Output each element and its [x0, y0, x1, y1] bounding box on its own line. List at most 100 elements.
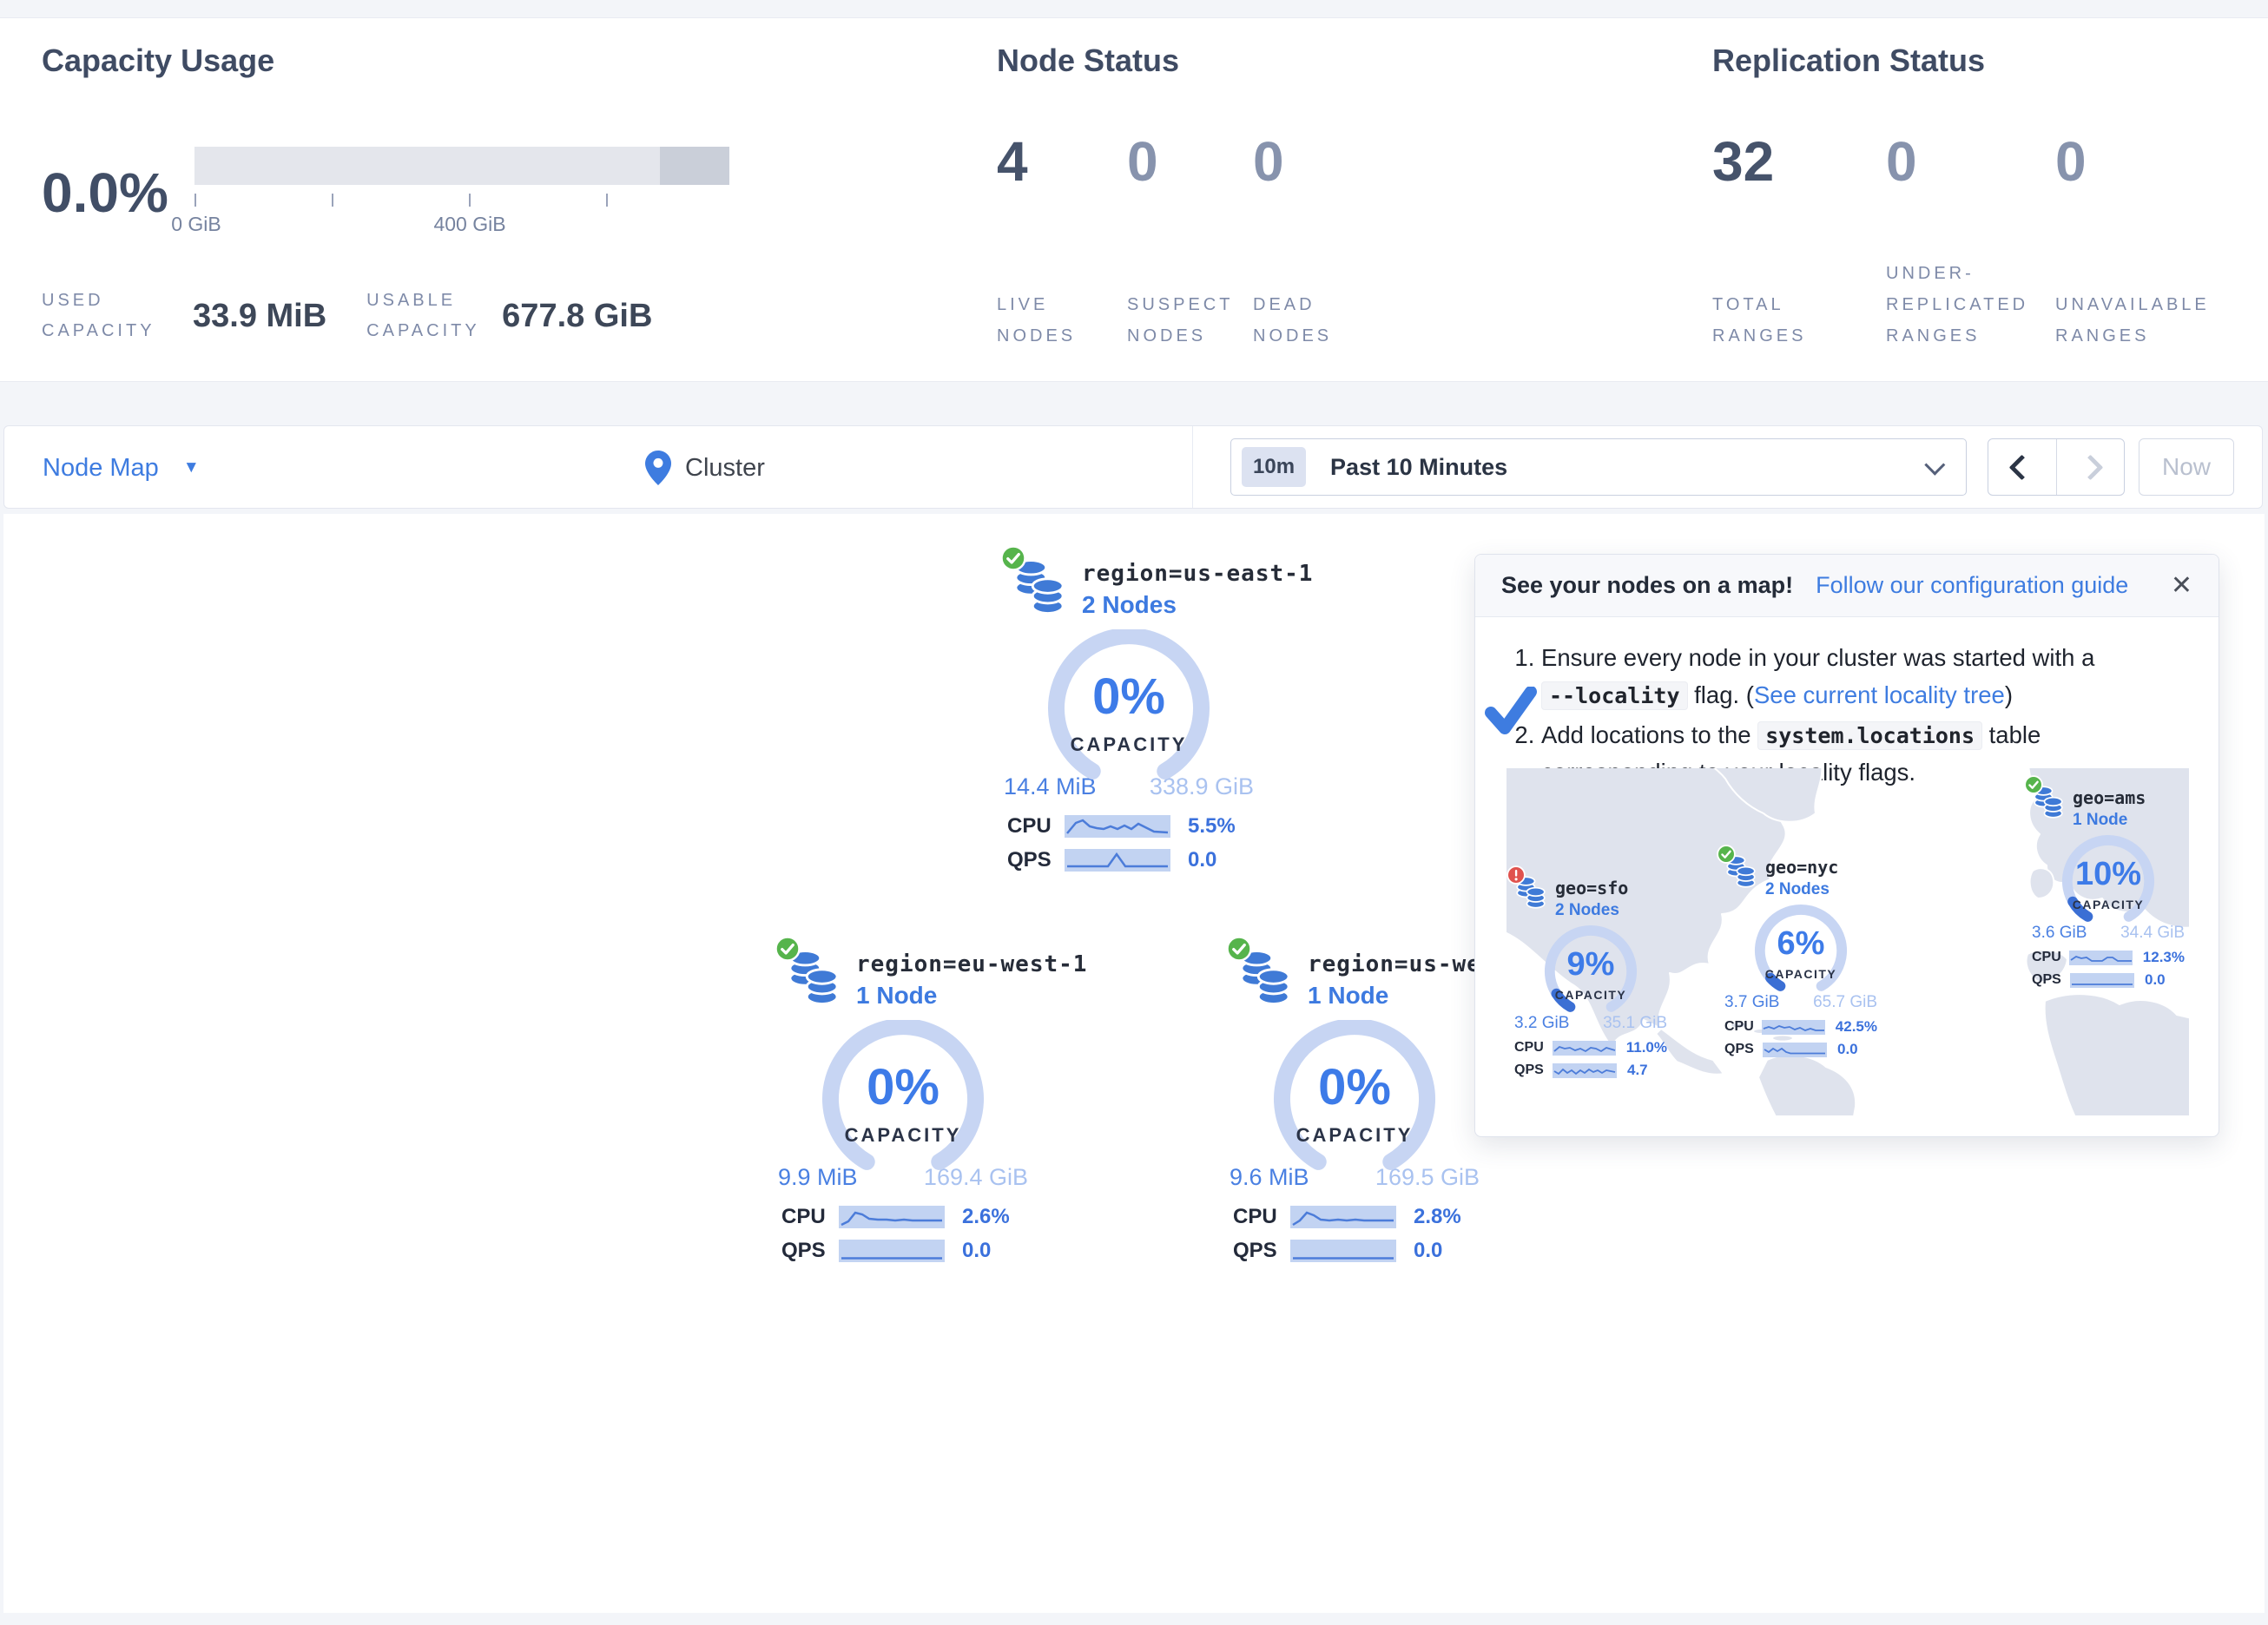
geo-card-sfo[interactable]: geo=sfo 2 Nodes 9% CAPACITY 3.2 GiB 35.1…: [1513, 874, 1668, 1079]
capacity-percent: 0%: [1263, 1058, 1447, 1116]
locality-tree-link[interactable]: See current locality tree: [1754, 681, 2005, 708]
unavailable-ranges-label: UNAVAILABLERANGES: [2055, 289, 2246, 352]
qps-value: 0.0: [1414, 1239, 1442, 1263]
popup-body: Ensure every node in your cluster was st…: [1475, 617, 2219, 792]
used-capacity-value: 33.9 MiB: [193, 298, 326, 335]
chevron-left-icon: [2009, 454, 2035, 480]
replication-status-title: Replication Status: [1712, 43, 2268, 79]
region-node-count-link[interactable]: 2 Nodes: [1082, 591, 1313, 619]
now-button-label: Now: [2162, 453, 2211, 481]
capacity-gauge: 10% CAPACITY: [2051, 835, 2166, 932]
cpu-value: 42.5%: [1836, 1018, 1877, 1036]
qps-sparkline: [1290, 1240, 1396, 1262]
geo-node-count: 2 Nodes: [1765, 880, 1838, 899]
popup-title: See your nodes on a map!: [1501, 572, 1793, 599]
capacity-percent: 6%: [1744, 925, 1858, 963]
healthy-check-icon: [1226, 936, 1252, 962]
time-forward-button[interactable]: [2057, 439, 2125, 495]
time-pager: [1988, 438, 2125, 496]
qps-label: QPS: [1724, 1042, 1763, 1057]
axis-tick: [332, 194, 333, 207]
cpu-row: CPU 11.0%: [1514, 1039, 1667, 1056]
qps-sparkline: [1763, 1043, 1827, 1057]
capacity-caption: CAPACITY: [1533, 988, 1648, 1002]
qps-row: QPS 0.0: [1007, 848, 1250, 872]
popup-header: See your nodes on a map! Follow our conf…: [1475, 555, 2219, 617]
qps-value: 0.0: [1837, 1041, 1858, 1058]
cpu-row: CPU 2.6%: [781, 1205, 1025, 1229]
suspect-nodes-label: SUSPECTNODES: [1127, 289, 1253, 352]
capacity-gauge: 6% CAPACITY: [1744, 905, 1858, 1002]
region-locality: region=eu-west-1: [856, 951, 1087, 977]
capacity-percent: 0%: [1037, 668, 1221, 726]
healthy-check-icon: [1000, 545, 1026, 571]
time-range-dropdown[interactable]: 10m Past 10 Minutes: [1230, 438, 1967, 496]
cpu-sparkline: [839, 1206, 945, 1228]
cpu-value: 11.0%: [1626, 1039, 1667, 1056]
suspect-nodes-count: 0: [1127, 129, 1253, 194]
usable-capacity-stat: USABLE CAPACITY 677.8 GiB: [366, 286, 652, 346]
capacity-caption: CAPACITY: [1037, 734, 1221, 756]
cpu-value: 2.6%: [962, 1205, 1010, 1229]
close-icon[interactable]: ✕: [2171, 570, 2192, 601]
used-capacity-stat: USED CAPACITY 33.9 MiB: [42, 286, 326, 346]
breadcrumb-label: Cluster: [685, 454, 765, 483]
time-range-label: Past 10 Minutes: [1330, 454, 1507, 481]
time-back-button[interactable]: [1988, 439, 2057, 495]
breadcrumb[interactable]: Cluster: [645, 426, 765, 510]
view-selector-label: Node Map: [43, 454, 159, 483]
geo-card-ams[interactable]: geo=ams 1 Node 10% CAPACITY 3.6 GiB 34.4…: [2031, 784, 2186, 989]
qps-label: QPS: [1233, 1239, 1290, 1263]
unavailable-ranges-count: 0: [2055, 129, 2246, 194]
cpu-row: CPU 2.8%: [1233, 1205, 1476, 1229]
qps-value: 0.0: [1188, 848, 1216, 872]
region-node-count-link[interactable]: 1 Node: [856, 982, 1087, 1010]
capacity-bar-segment: [660, 147, 729, 185]
axis-tick: [194, 194, 196, 207]
healthy-check-icon: [775, 936, 801, 962]
cpu-label: CPU: [1233, 1205, 1290, 1229]
qps-label: QPS: [781, 1239, 839, 1263]
geo-card-nyc[interactable]: geo=nyc 2 Nodes 6% CAPACITY 3.7 GiB 65.7…: [1724, 853, 1878, 1058]
cpu-sparkline: [1065, 815, 1170, 838]
cpu-sparkline: [1553, 1041, 1616, 1056]
view-selector-dropdown[interactable]: Node Map ▼: [43, 426, 200, 510]
now-button[interactable]: Now: [2139, 438, 2234, 496]
region-card-us-west-1[interactable]: region=us-west-1 1 Node 0% CAPACITY 9.6 …: [1224, 948, 1485, 1263]
cpu-value: 12.3%: [2143, 949, 2185, 966]
axis-tick-label: 400 GiB: [433, 213, 505, 236]
node-status-section: Node Status 4 0 0 LIVENODES SUSPECTNODES…: [997, 43, 1605, 372]
map-pin-icon: [645, 451, 671, 485]
capacity-percent: 10%: [2051, 856, 2166, 893]
cluster-summary-panel: Capacity Usage 0.0% 0 GiB 400 GiB USED C…: [0, 17, 2268, 382]
cpu-sparkline: [2069, 951, 2133, 965]
configuration-guide-link[interactable]: Follow our configuration guide: [1816, 572, 2128, 599]
nodes-icon-wrap: [2033, 784, 2064, 820]
cpu-row: CPU 12.3%: [2032, 949, 2185, 966]
capacity-caption: CAPACITY: [1744, 967, 1858, 981]
qps-value: 0.0: [2145, 971, 2166, 989]
nodes-icon-wrap: [1515, 874, 1546, 911]
cpu-sparkline: [1290, 1206, 1396, 1228]
usable-capacity-label: USABLE CAPACITY: [366, 286, 497, 346]
capacity-bar: 0 GiB 400 GiB: [194, 136, 733, 249]
qps-value: 4.7: [1627, 1062, 1648, 1079]
region-card-eu-west-1[interactable]: region=eu-west-1 1 Node 0% CAPACITY 9.9 …: [773, 948, 1033, 1263]
toolbar-divider: [1192, 426, 1193, 508]
nodes-icon-wrap: [1238, 948, 1292, 1007]
capacity-caption: CAPACITY: [1263, 1124, 1447, 1147]
live-nodes-label: LIVENODES: [997, 289, 1127, 352]
nodes-icon-wrap: [1725, 853, 1757, 890]
dead-nodes-count: 0: [1253, 129, 1379, 194]
cpu-value: 2.8%: [1414, 1205, 1461, 1229]
capacity-gauge: 0% CAPACITY: [1263, 1020, 1447, 1181]
capacity-caption: CAPACITY: [811, 1124, 995, 1147]
geo-locality: geo=sfo: [1555, 878, 1628, 898]
cpu-label: CPU: [1007, 814, 1065, 839]
region-card-us-east-1[interactable]: region=us-east-1 2 Nodes 0% CAPACITY 14.…: [999, 557, 1259, 872]
capacity-gauge: 0% CAPACITY: [1037, 629, 1221, 791]
qps-row: QPS 0.0: [1724, 1041, 1877, 1058]
capacity-gauge: 0% CAPACITY: [811, 1020, 995, 1181]
qps-label: QPS: [2032, 972, 2070, 988]
live-nodes-count: 4: [997, 129, 1127, 194]
